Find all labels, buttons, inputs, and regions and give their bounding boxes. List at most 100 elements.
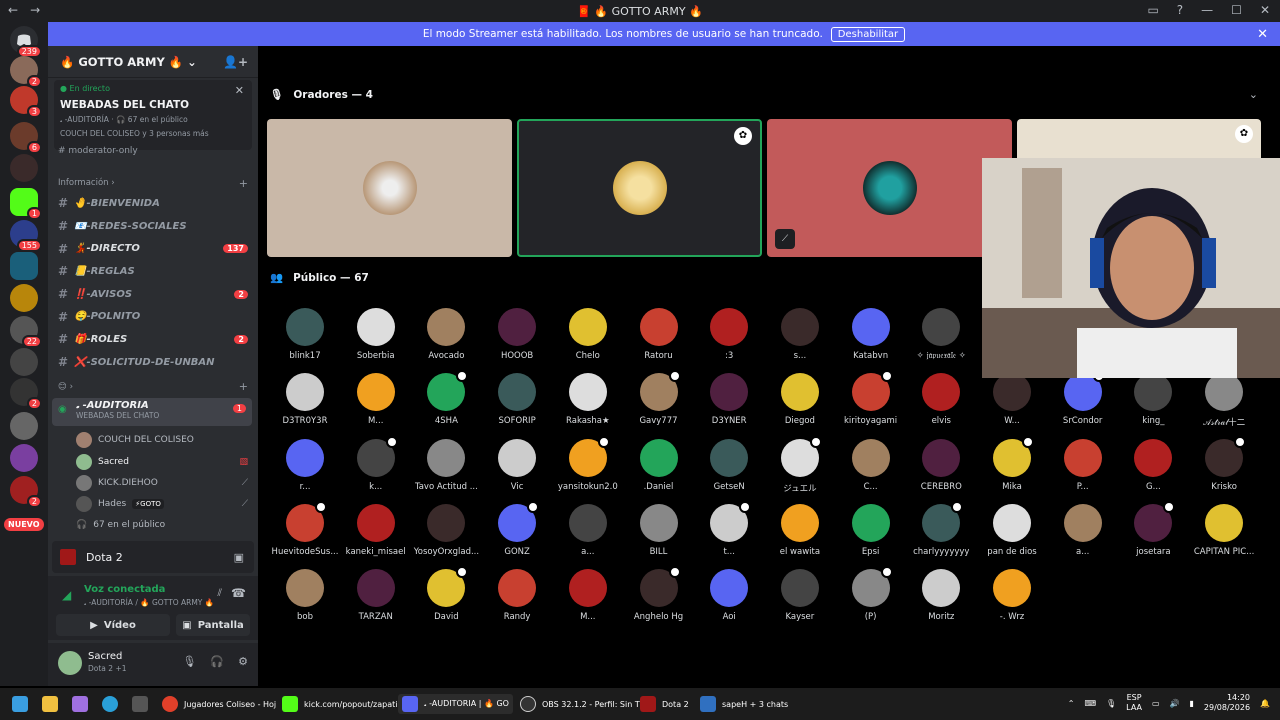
channel-item[interactable]: # 🎁-ROLES 2 [48,328,258,351]
channel-item[interactable]: # ‼️-AVISOS 2 [48,283,258,306]
discord-home-icon[interactable]: 239 [10,26,42,58]
audience-member[interactable]: blink17 [270,308,340,361]
clock[interactable]: 14:20 29/08/2026 [1204,693,1250,713]
speaker-tile[interactable]: ✿ [517,119,762,257]
add-channel-icon[interactable]: + [239,177,248,190]
taskbar-kick[interactable]: kick.com/popout/zapati [282,694,398,714]
audience-member[interactable]: M... [341,373,411,426]
network-icon[interactable]: ▭ [1152,699,1160,708]
audience-member[interactable]: HOOOB [482,308,552,361]
audience-member[interactable]: Krisko [1189,435,1259,492]
audience-member[interactable]: el wawita [765,503,835,557]
audience-member[interactable]: 𝒜𝓈𝓉𝓇𝒶𝓁十二 [1189,373,1259,428]
audience-member[interactable]: Randy [482,569,552,622]
audience-member[interactable]: G... [1118,438,1188,492]
audience-count[interactable]: 🎧 67 en el público [76,515,248,535]
audience-member[interactable]: D3TR0Y3R [270,373,340,426]
channel-item[interactable]: # 🤤-POLNITO [48,305,258,328]
audience-member[interactable]: Katabvn [836,308,906,361]
channel-item[interactable]: # 📒-REGLAS [48,260,258,283]
overlay-icon[interactable]: ▣ [234,551,244,564]
audience-member[interactable]: Vic [482,438,552,492]
voice-status[interactable]: Voz conectada [84,584,165,595]
voice-user[interactable]: COUCH DEL COLISEO [76,430,248,450]
server-icon[interactable]: 155 [10,220,42,252]
file-explorer-icon[interactable] [42,694,58,714]
chevron-up-icon[interactable]: ⌃ [1068,699,1075,708]
server-header[interactable]: 🔥 GOTTO ARMY 🔥 ⌄ 👤+ [48,46,258,78]
notification-icon[interactable]: 🔔 [1260,699,1270,708]
audience-member[interactable]: Diegod [765,373,835,426]
headphones-icon[interactable]: 🎧 [210,655,224,668]
audience-member[interactable]: t... [694,500,764,557]
audience-member[interactable]: 4SHA [411,370,481,426]
audience-member[interactable]: SrCondor [1048,370,1118,426]
speaker-tile[interactable]: ⟋ [767,119,1012,257]
audience-member[interactable]: king_ [1118,373,1188,426]
maximize-icon[interactable]: ☐ [1231,3,1242,17]
audience-member[interactable]: (P) [836,566,906,622]
server-icon[interactable] [10,444,38,472]
partial-channel[interactable]: # moderator-only [58,146,138,156]
disconnect-icon[interactable]: ☎ [231,586,246,600]
server-icon[interactable]: 22 [10,316,42,348]
audience-member[interactable]: BILL [624,503,694,557]
audience-member[interactable]: Soberbia [341,308,411,361]
audience-member[interactable]: -. Wrz [977,569,1047,622]
category-informacion[interactable]: Información › + [48,174,258,192]
audience-member[interactable]: Gavy777 [624,370,694,426]
voice-user[interactable]: Hades ⚡GOTO ⟋ [76,494,248,514]
audience-member[interactable]: r... [270,438,340,492]
server-icon[interactable]: 3 [10,86,42,118]
audience-member[interactable]: Mika [977,435,1047,492]
taskbar-obs[interactable]: OBS 32.1.2 - Perfil: Sin Tí [520,694,642,714]
server-icon[interactable]: 2 [10,56,42,88]
audience-member[interactable]: GONZ [482,500,552,557]
disable-streamer-button[interactable]: Deshabilitar [830,26,906,42]
server-icon[interactable]: 6 [10,122,42,154]
audience-member[interactable]: s... [765,308,835,361]
screen-share-button[interactable]: ▣ Pantalla [176,614,250,636]
voice-user[interactable]: Sacred ▧ [76,452,248,472]
audience-member[interactable]: CEREBRO [906,438,976,492]
taskbar-discord[interactable]: 𝅘 -AUDITORIA | 🔥 GO [398,694,513,714]
add-channel-icon[interactable]: + [239,380,248,393]
audience-member[interactable]: TARZÁN [341,569,411,622]
audience-member[interactable]: W... [977,373,1047,426]
audience-member[interactable]: kiritoyagami [836,370,906,426]
help-icon[interactable]: ? [1177,3,1183,17]
audience-member[interactable]: GetseN [694,438,764,492]
microphone-icon[interactable]: 🎙 [182,655,196,668]
audience-member[interactable]: :3 [694,308,764,361]
server-icon[interactable]: 2 [10,476,42,508]
server-icon[interactable] [10,412,38,440]
audience-member[interactable]: D3YNER [694,373,764,426]
user-avatar[interactable] [58,651,82,675]
inbox-icon[interactable]: ▭ [1147,3,1158,17]
chevron-down-icon[interactable]: ⌄ [1249,88,1258,101]
kick-server-icon[interactable]: 1 [10,188,42,220]
channel-item[interactable]: # 🤚-BIENVENIDA [48,192,258,215]
category-voice[interactable]: 😊 › + [48,378,258,396]
audience-member[interactable]: ✧ 𝔧𝔞𝔭𝔲𝔢𝔵𝔞𝔩𝔢 ✧ [906,308,976,361]
server-icon[interactable]: 2 [10,378,42,410]
audience-member[interactable]: josetara [1118,500,1188,557]
voice-channel-auditoria[interactable]: ◉ 𝅘 -AUDITORIA WEBADAS DEL CHATO 1 [52,398,252,426]
gear-icon[interactable]: ⚙ [238,655,248,668]
server-icon[interactable] [10,284,38,312]
audience-member[interactable]: Tavo Actitud ... [411,438,481,492]
server-icon[interactable] [10,154,38,182]
user-name[interactable]: Sacred [88,651,122,662]
windows-start-icon[interactable] [12,694,28,714]
audience-member[interactable]: kaneki_misael [341,503,411,557]
audience-member[interactable]: Rakasha★ [553,373,623,426]
microphone-icon[interactable]: 🎙 [1106,699,1116,708]
speaker-tile[interactable] [267,119,512,257]
audience-member[interactable]: Ratoru [624,308,694,361]
edge-icon[interactable] [102,694,118,714]
audience-member[interactable]: elvis [906,373,976,426]
audience-member[interactable]: Chelo [553,308,623,361]
signal-icon[interactable]: ◢ [62,588,71,602]
audience-member[interactable]: M... [553,569,623,622]
audience-member[interactable]: Moritz [906,569,976,622]
